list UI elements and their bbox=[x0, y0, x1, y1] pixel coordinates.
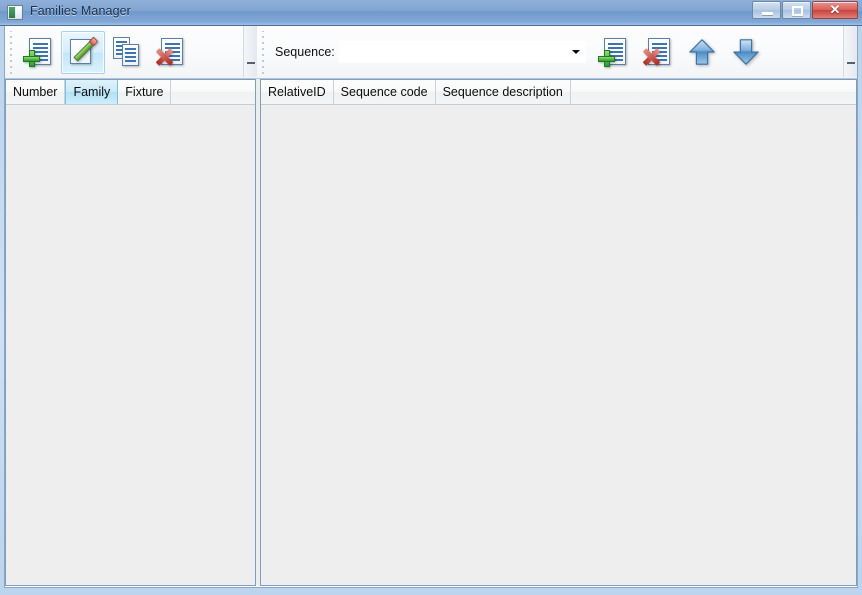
close-icon: ✕ bbox=[813, 2, 857, 18]
column-header-filler bbox=[571, 80, 856, 104]
families-toolbar-overflow[interactable] bbox=[243, 26, 257, 77]
column-header-relativeid[interactable]: RelativeID bbox=[261, 80, 334, 104]
window-title: Families Manager bbox=[30, 4, 131, 18]
application-icon bbox=[7, 5, 23, 20]
arrow-down-icon bbox=[731, 37, 761, 67]
document-edit-icon bbox=[67, 36, 99, 68]
document-add-icon bbox=[23, 36, 55, 68]
application-window: Families Manager ✕ bbox=[0, 0, 862, 595]
client-area: Sequence: bbox=[4, 26, 858, 588]
sequence-toolbar: Sequence: bbox=[257, 26, 857, 79]
copy-family-button[interactable] bbox=[105, 31, 149, 74]
column-header-number[interactable]: Number bbox=[6, 80, 65, 104]
window-controls: ✕ bbox=[752, 1, 858, 19]
move-down-button[interactable] bbox=[724, 31, 768, 74]
families-toolbar-grip[interactable] bbox=[7, 31, 16, 74]
add-family-button[interactable] bbox=[17, 31, 61, 74]
arrow-up-icon bbox=[687, 37, 717, 67]
delete-family-button[interactable] bbox=[149, 31, 193, 74]
delete-sequence-button[interactable] bbox=[636, 31, 680, 74]
document-copy-icon bbox=[111, 36, 143, 68]
column-header-filler bbox=[171, 80, 255, 104]
minimize-icon bbox=[762, 12, 773, 15]
families-grid-body[interactable] bbox=[6, 105, 255, 585]
title-bar[interactable]: Families Manager ✕ bbox=[0, 0, 862, 26]
column-header-fixture[interactable]: Fixture bbox=[118, 80, 171, 104]
close-button[interactable]: ✕ bbox=[812, 1, 858, 19]
sequence-toolbar-grip[interactable] bbox=[259, 31, 268, 74]
column-header-sequence-code[interactable]: Sequence code bbox=[334, 80, 436, 104]
move-up-button[interactable] bbox=[680, 31, 724, 74]
minimize-button[interactable] bbox=[752, 1, 781, 19]
families-grid-header: Number Family Fixture bbox=[6, 80, 255, 105]
sequence-label: Sequence: bbox=[275, 45, 335, 59]
maximize-icon bbox=[792, 6, 803, 16]
sequences-grid-header: RelativeID Sequence code Sequence descri… bbox=[261, 80, 856, 105]
families-grid[interactable]: Number Family Fixture bbox=[5, 79, 256, 586]
column-header-family[interactable]: Family bbox=[65, 80, 118, 104]
document-add-icon bbox=[598, 36, 630, 68]
column-header-sequence-description[interactable]: Sequence description bbox=[436, 80, 571, 104]
document-delete-icon bbox=[155, 36, 187, 68]
sequence-toolbar-overflow[interactable] bbox=[843, 26, 857, 77]
edit-family-button[interactable] bbox=[61, 31, 105, 74]
toolbar-strip: Sequence: bbox=[5, 26, 857, 79]
sequence-selector: Sequence: bbox=[269, 26, 586, 78]
families-toolbar bbox=[5, 26, 257, 79]
panels-container: Number Family Fixture RelativeID Sequenc… bbox=[5, 79, 857, 586]
sequence-combobox[interactable] bbox=[339, 41, 586, 63]
maximize-button[interactable] bbox=[782, 1, 811, 19]
chevron-down-icon[interactable] bbox=[572, 50, 580, 54]
document-delete-icon bbox=[642, 36, 674, 68]
sequences-grid[interactable]: RelativeID Sequence code Sequence descri… bbox=[260, 79, 857, 586]
sequences-grid-body[interactable] bbox=[261, 105, 856, 585]
add-sequence-button[interactable] bbox=[592, 31, 636, 74]
